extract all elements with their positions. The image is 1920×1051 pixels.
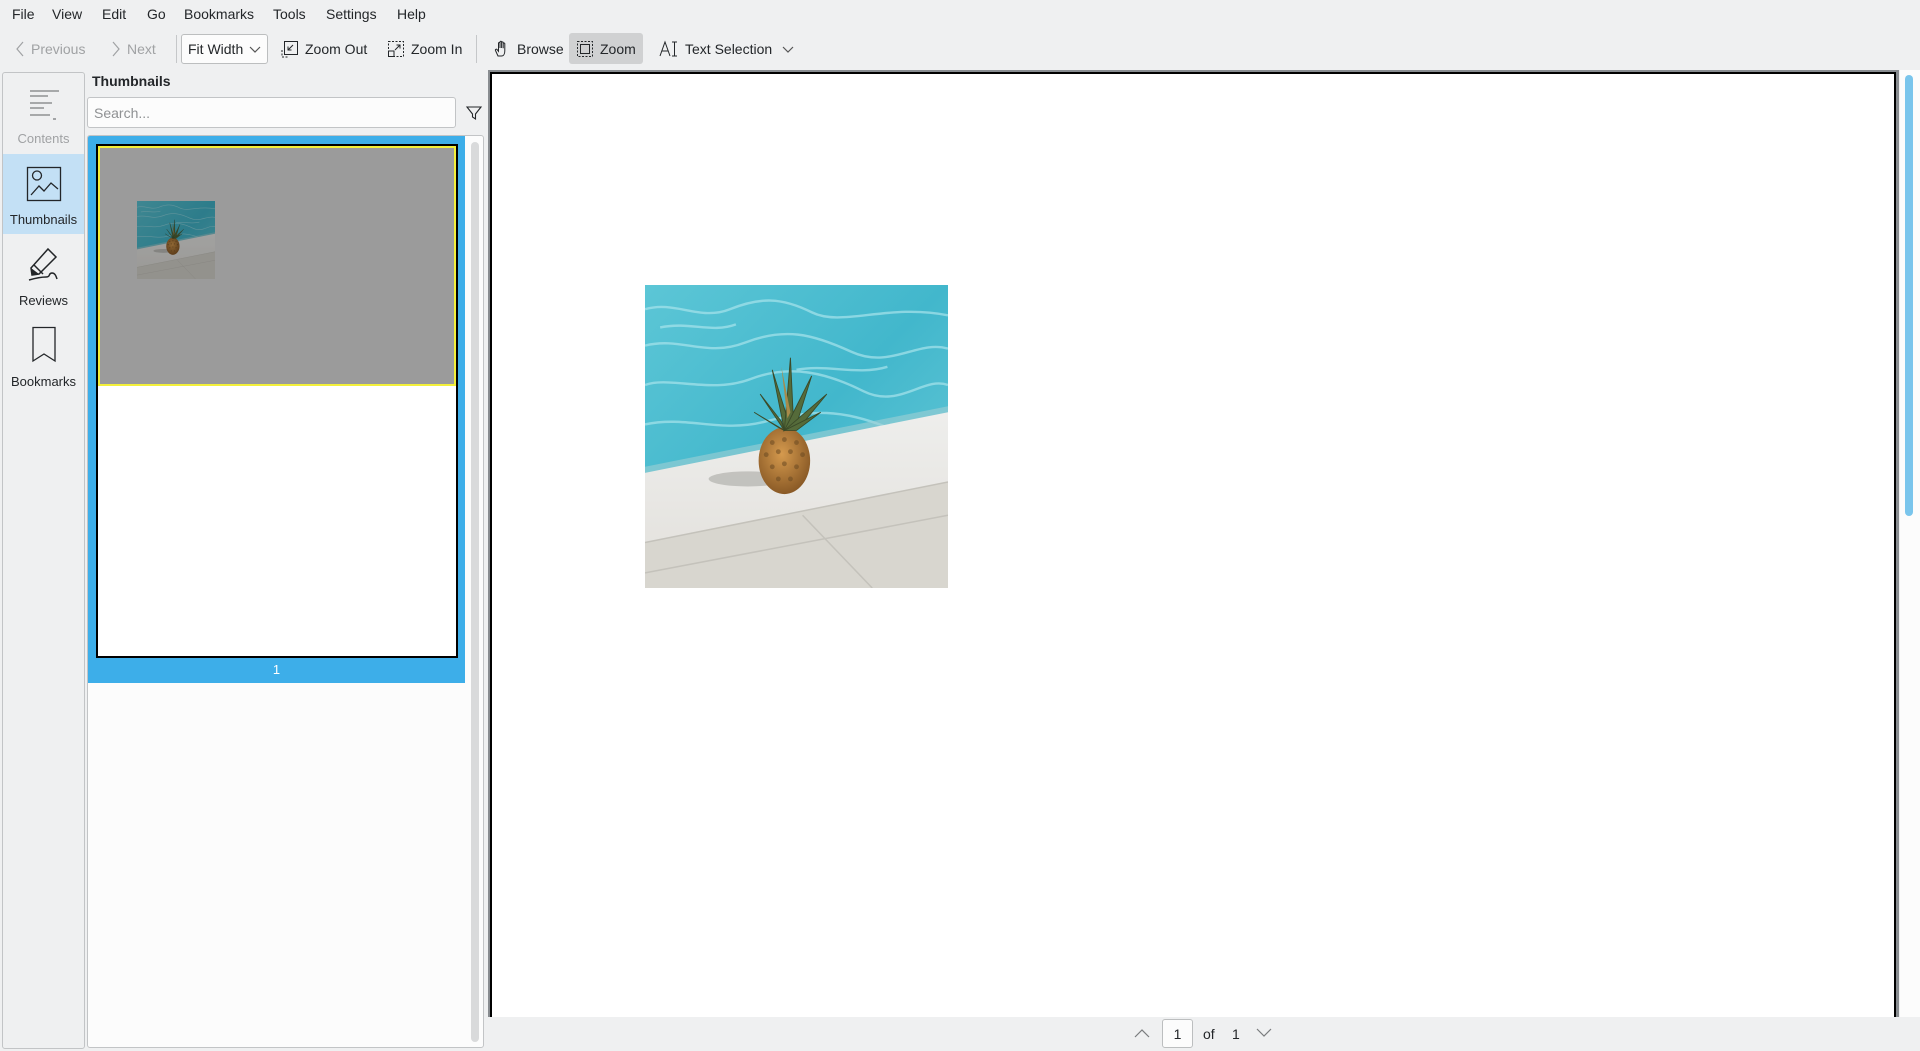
- zoom-mode-select[interactable]: Fit Width: [181, 34, 268, 64]
- thumbnail-search-input[interactable]: [87, 97, 456, 128]
- sidebar: Contents Thumbnails Reviews Bookmarks: [2, 72, 85, 1049]
- zoom-out-icon: [281, 40, 298, 57]
- sidebar-item-bookmarks[interactable]: Bookmarks: [3, 316, 84, 396]
- thumbnail-scrollbar[interactable]: [471, 142, 479, 1042]
- zoom-select-icon: [577, 40, 593, 57]
- menu-help[interactable]: Help: [395, 6, 428, 22]
- menu-tools[interactable]: Tools: [271, 6, 308, 22]
- panel-title: Thumbnails: [92, 73, 171, 89]
- menu-bookmarks[interactable]: Bookmarks: [182, 6, 256, 22]
- zoom-in-label: Zoom In: [411, 40, 463, 57]
- zoom-out-button[interactable]: Zoom Out: [274, 33, 374, 64]
- contents-icon: [29, 90, 59, 120]
- sidebar-item-label: Thumbnails: [9, 212, 78, 227]
- total-pages: 1: [1232, 1026, 1240, 1042]
- hand-icon: [494, 40, 506, 56]
- text-select-icon: [659, 40, 677, 56]
- browse-label: Browse: [517, 40, 564, 57]
- document-image: [645, 285, 948, 588]
- menu-bar: File View Edit Go Bookmarks Tools Settin…: [0, 0, 1920, 30]
- of-label: of: [1203, 1026, 1215, 1042]
- filter-icon[interactable]: [465, 104, 483, 122]
- vertical-scrollbar[interactable]: [1900, 70, 1920, 1017]
- thumbnail-list: 1: [87, 135, 484, 1048]
- browse-tool-button[interactable]: Browse: [486, 33, 571, 64]
- image-icon: [26, 166, 61, 202]
- chevron-right-icon: [112, 41, 120, 56]
- sidebar-item-label: Bookmarks: [10, 374, 77, 389]
- zoom-tool-label: Zoom: [600, 40, 636, 57]
- toolbar-separator: [476, 35, 477, 63]
- menu-edit[interactable]: Edit: [100, 6, 128, 22]
- chevron-down-icon: [249, 46, 261, 53]
- sidebar-item-reviews[interactable]: Reviews: [3, 235, 84, 315]
- zoom-out-label: Zoom Out: [305, 40, 368, 57]
- toolbar: Previous Next Fit Width Zoom Out Zoom In…: [0, 31, 1920, 67]
- chevron-down-icon: [782, 46, 794, 53]
- zoom-mode-value: Fit Width: [188, 41, 244, 57]
- tool-menu-button[interactable]: [776, 33, 800, 64]
- text-selection-label: Text Selection: [685, 40, 773, 57]
- zoom-in-icon: [388, 40, 404, 57]
- document-view: [488, 68, 1920, 1019]
- zoom-in-button[interactable]: Zoom In: [380, 33, 469, 64]
- thumbnail-page-1[interactable]: 1: [88, 136, 465, 683]
- menu-go[interactable]: Go: [145, 6, 168, 22]
- thumbnails-panel: Thumbnails Search... 1: [86, 72, 486, 1049]
- visible-area-indicator[interactable]: [98, 146, 456, 386]
- toolbar-separator: [176, 35, 177, 63]
- previous-label: Previous: [31, 40, 86, 57]
- document-page: [490, 72, 1896, 1019]
- sidebar-item-thumbnails[interactable]: Thumbnails: [3, 154, 84, 234]
- pen-icon: [28, 247, 58, 281]
- thumbnail-page-preview: [96, 144, 458, 658]
- thumbnail-image: [137, 201, 215, 279]
- menu-file[interactable]: File: [10, 6, 37, 22]
- next-label: Next: [127, 40, 156, 57]
- vertical-scroll-handle[interactable]: [1905, 75, 1913, 516]
- zoom-tool-button[interactable]: Zoom: [569, 33, 643, 64]
- sidebar-item-label: Contents: [17, 131, 70, 146]
- chevron-left-icon: [16, 41, 24, 56]
- page-number-input[interactable]: [1162, 1019, 1193, 1048]
- bookmark-icon: [31, 326, 56, 363]
- next-page-button[interactable]: [1254, 1025, 1274, 1041]
- previous-button[interactable]: Previous: [8, 33, 92, 64]
- thumbnail-page-number: 1: [272, 662, 281, 677]
- menu-view[interactable]: View: [50, 6, 84, 22]
- next-button[interactable]: Next: [104, 33, 163, 64]
- page-navigation-bar: of 1: [488, 1017, 1920, 1051]
- sidebar-item-label: Reviews: [18, 293, 69, 308]
- menu-settings[interactable]: Settings: [324, 6, 379, 22]
- sidebar-item-contents[interactable]: Contents: [3, 73, 84, 153]
- previous-page-button[interactable]: [1132, 1025, 1152, 1041]
- text-selection-tool-button[interactable]: Text Selection: [652, 33, 779, 64]
